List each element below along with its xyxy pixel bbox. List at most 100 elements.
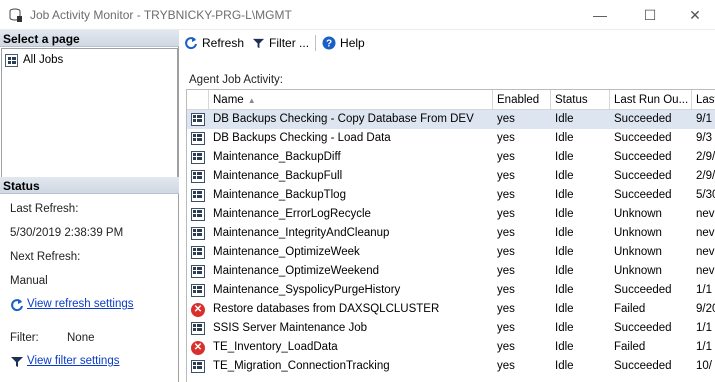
- column-header-enabled[interactable]: Enabled: [493, 90, 551, 110]
- table-row[interactable]: DB Backups Checking - Load Data yes Idle Su…: [187, 129, 715, 148]
- cell-last: nev: [696, 265, 715, 277]
- table-row[interactable]: SSIS Server Maintenance Job yes Idle Succee…: [187, 319, 715, 338]
- cell-last-run-outcome: Unknown: [614, 208, 662, 220]
- cell-name: Maintenance_BackupDiff: [213, 151, 341, 163]
- table-row[interactable]: Maintenance_BackupFull yes Idle Succeeded 2/…: [187, 167, 715, 186]
- table-row[interactable]: Maintenance_BackupDiff yes Idle Succeeded 2/…: [187, 148, 715, 167]
- cell-status: Idle: [555, 189, 574, 201]
- job-icon: [191, 151, 205, 164]
- filter-value: None: [67, 332, 95, 344]
- cell-enabled: yes: [497, 265, 515, 277]
- cell-last: 1/1: [696, 341, 712, 353]
- help-icon: ?: [322, 36, 336, 50]
- cell-enabled: yes: [497, 341, 515, 353]
- cell-enabled: yes: [497, 246, 515, 258]
- maximize-button[interactable]: ☐: [627, 0, 673, 30]
- cell-name: TE_Migration_ConnectionTracking: [213, 360, 390, 372]
- cell-name: Maintenance_ErrorLogRecycle: [213, 208, 371, 220]
- cell-name: DB Backups Checking - Copy Database From…: [213, 113, 474, 125]
- column-header-name[interactable]: Name ▲: [209, 90, 493, 110]
- table-row[interactable]: Maintenance_BackupTlog yes Idle Succeeded 5/…: [187, 186, 715, 205]
- cell-last-run-outcome: Succeeded: [614, 113, 672, 125]
- row-icon-cell: [187, 357, 209, 376]
- last-refresh-label: Last Refresh:: [10, 203, 79, 215]
- cell-last: 2/9/: [696, 170, 715, 182]
- table-row[interactable]: Maintenance_IntegrityAndCleanup yes Idle Un…: [187, 224, 715, 243]
- refresh-button[interactable]: Refresh: [180, 32, 248, 54]
- cell-last-run-outcome: Succeeded: [614, 322, 672, 334]
- cell-name: Restore databases from DAXSQLCLUSTER: [213, 303, 440, 315]
- table-row[interactable]: ✕ Restore databases from DAXSQLCLUSTER yes…: [187, 300, 715, 319]
- cell-last: 10/: [696, 360, 712, 372]
- table-row[interactable]: DB Backups Checking - Copy Database From…: [187, 110, 715, 129]
- cell-last-run-outcome: Succeeded: [614, 189, 672, 201]
- table-row[interactable]: TE_Migration_ConnectionTracking yes Idle Su…: [187, 357, 715, 376]
- row-icon-cell: [187, 167, 209, 186]
- job-failed-icon: ✕: [191, 340, 205, 355]
- view-refresh-settings-link[interactable]: View refresh settings: [27, 298, 134, 310]
- table-row[interactable]: Maintenance_OptimizeWeekend yes Idle Unknow…: [187, 262, 715, 281]
- cell-enabled: yes: [497, 303, 515, 315]
- sort-ascending-icon: ▲: [247, 96, 256, 105]
- page-list: All Jobs: [1, 48, 178, 178]
- next-refresh-value: Manual: [10, 275, 48, 287]
- cell-enabled: yes: [497, 227, 515, 239]
- cell-last: nev: [696, 208, 715, 220]
- table-row[interactable]: Maintenance_ErrorLogRecycle yes Idle Unknow…: [187, 205, 715, 224]
- table-row[interactable]: Maintenance_SyspolicyPurgeHistory yes Idle…: [187, 281, 715, 300]
- job-failed-icon: ✕: [191, 302, 205, 317]
- cell-last: 2/9/: [696, 151, 715, 163]
- cell-status: Idle: [555, 322, 574, 334]
- cell-status: Idle: [555, 151, 574, 163]
- table-row[interactable]: ✕ TE_Inventory_LoadData yes Idle Failed 1/1: [187, 338, 715, 357]
- job-list-icon: [5, 53, 18, 67]
- minimize-button[interactable]: —: [577, 0, 623, 30]
- left-panel: Select a page All Jobs Status Last Refre…: [0, 30, 179, 382]
- table-row[interactable]: Maintenance_OptimizeWeek yes Idle Unknown ne…: [187, 243, 715, 262]
- view-filter-settings-link[interactable]: View filter settings: [27, 355, 119, 367]
- job-icon: [191, 284, 205, 297]
- cell-status: Idle: [555, 208, 574, 220]
- next-refresh-label: Next Refresh:: [10, 251, 81, 263]
- cell-name: Maintenance_BackupTlog: [213, 189, 346, 201]
- status-header: Status: [0, 177, 179, 194]
- cell-enabled: yes: [497, 170, 515, 182]
- row-icon-cell: [187, 262, 209, 281]
- page-item-all-jobs[interactable]: All Jobs: [5, 52, 63, 68]
- filter-button[interactable]: Filter ...: [248, 32, 313, 54]
- cell-enabled: yes: [497, 151, 515, 163]
- cell-last-run-outcome: Failed: [614, 341, 646, 353]
- column-header-status[interactable]: Status: [551, 90, 610, 110]
- cell-last: nev: [696, 246, 715, 258]
- cell-enabled: yes: [497, 132, 515, 144]
- job-grid: Name▲ Enabled Status Last Run Ou... Last…: [186, 89, 715, 382]
- cell-enabled: yes: [497, 113, 515, 125]
- cell-last-run-outcome: Unknown: [614, 265, 662, 277]
- cell-name: DB Backups Checking - Load Data: [213, 132, 391, 144]
- filter-label: Filter:: [10, 332, 39, 344]
- row-icon-cell: [187, 243, 209, 262]
- cell-last-run-outcome: Succeeded: [614, 132, 672, 144]
- cell-status: Idle: [555, 341, 574, 353]
- toolbar: Refresh Filter ... ? Help: [180, 30, 715, 56]
- job-icon: [191, 227, 205, 240]
- cell-last: 9/3: [696, 132, 712, 144]
- main-panel: Refresh Filter ... ? Help Agent Job Acti…: [180, 30, 715, 382]
- cell-name: Maintenance_OptimizeWeekend: [213, 265, 379, 277]
- cell-name: Maintenance_BackupFull: [213, 170, 343, 182]
- cell-status: Idle: [555, 170, 574, 182]
- help-button[interactable]: ? Help: [318, 32, 369, 54]
- cell-status: Idle: [555, 227, 574, 239]
- column-header-icon[interactable]: [187, 90, 209, 110]
- row-icon-cell: ✕: [187, 300, 209, 319]
- column-header-last[interactable]: Last: [692, 90, 715, 110]
- job-icon: [191, 113, 205, 126]
- cell-name: Maintenance_OptimizeWeek: [213, 246, 360, 258]
- job-icon: [191, 265, 205, 278]
- cell-last-run-outcome: Succeeded: [614, 360, 672, 372]
- close-button[interactable]: ✕: [672, 0, 715, 30]
- cell-name: TE_Inventory_LoadData: [213, 341, 338, 353]
- row-icon-cell: ✕: [187, 338, 209, 357]
- cell-enabled: yes: [497, 284, 515, 296]
- column-header-last-run-outcome[interactable]: Last Run Ou...: [610, 90, 692, 110]
